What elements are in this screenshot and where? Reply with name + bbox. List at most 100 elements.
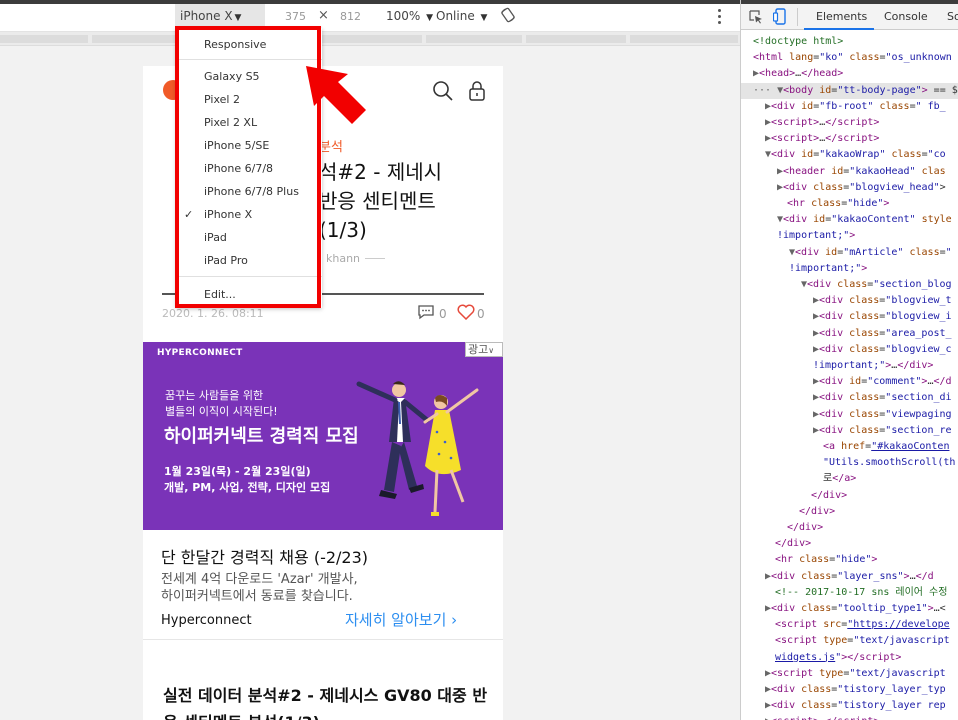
dom-node-selected[interactable]: ··· ▼<body id="tt-body-page"> == $0 bbox=[741, 82, 958, 99]
devtools-panel: Elements Console So <!doctype html><html… bbox=[740, 0, 958, 720]
zoom-select[interactable]: 100% ▼ bbox=[386, 9, 433, 23]
dom-node[interactable]: ▶<header id="kakaoHead" clas bbox=[777, 164, 946, 180]
dom-node[interactable]: ▶<script type="text/javascript bbox=[765, 666, 946, 682]
dom-node[interactable]: ▼<div id="kakaoContent" style bbox=[777, 212, 952, 228]
network-throttle-select[interactable]: Online ▼ bbox=[436, 9, 487, 23]
dom-node[interactable]: ▶<div id="comment">…</d bbox=[813, 374, 952, 390]
height-input[interactable]: 812 bbox=[340, 10, 361, 23]
tab-separator bbox=[797, 8, 798, 26]
caret-down-icon: ▼ bbox=[234, 13, 242, 23]
dom-node[interactable]: ▶<div class="blogview_c bbox=[813, 342, 952, 358]
network-label: Online bbox=[436, 9, 475, 23]
chevron-down-icon: ∨ bbox=[488, 346, 495, 355]
dom-node[interactable]: ▶<div class="blogview_head"> bbox=[777, 180, 946, 196]
dom-node[interactable]: </div> bbox=[811, 488, 847, 504]
post-body-title: 실전 데이터 분석#2 - 제네시스 GV80 대중 반응 센티멘트 분석(1/… bbox=[163, 686, 488, 720]
dom-node[interactable]: <html lang="ko" class="os_unknown bbox=[753, 50, 952, 66]
ruler-segment bbox=[0, 35, 88, 43]
dom-node[interactable]: !important;">…</div> bbox=[813, 358, 933, 374]
dom-node[interactable]: <hr class="hide"> bbox=[775, 552, 877, 568]
dom-node[interactable]: </div> bbox=[775, 536, 811, 552]
post-title: 석#2 - 제네시 반응 센티멘트 (1/3) bbox=[319, 158, 499, 245]
ad-headline: 하이퍼커넥트 경력직 모집 bbox=[164, 426, 359, 447]
device-toolbar: iPhone X ▼ 375 × 812 100% ▼ Online ▼ bbox=[0, 0, 740, 32]
dom-node[interactable]: ▶<div class="layer_sns">…</d bbox=[765, 569, 934, 585]
zoom-label: 100% bbox=[386, 9, 421, 23]
dom-node[interactable]: widgets.js"></script> bbox=[775, 650, 901, 666]
ad-banner[interactable]: HYPERCONNECT 광고∨ 꿈꾸는 사람들을 위한 별들의 이직이 시작된… bbox=[143, 342, 503, 530]
inspect-element-icon[interactable] bbox=[749, 10, 763, 24]
dom-node[interactable]: ▼<div class="section_blog bbox=[801, 277, 952, 293]
ruler-segment bbox=[426, 35, 522, 43]
tab-sources[interactable]: So bbox=[947, 10, 958, 23]
ad-date-range: 1월 23일(목) - 2월 23일(일) bbox=[164, 465, 311, 478]
author-divider bbox=[365, 258, 385, 259]
comment-icon[interactable] bbox=[417, 304, 435, 320]
ruler-segment bbox=[630, 35, 738, 43]
caret-down-icon: ▼ bbox=[426, 13, 434, 23]
dom-node[interactable]: <a href="#kakaoConten bbox=[823, 439, 949, 455]
dom-node[interactable]: <hr class="hide"> bbox=[787, 196, 889, 212]
ad-caption-description: 하이퍼커넥트에서 동료를 찾습니다. bbox=[161, 589, 353, 604]
search-icon[interactable] bbox=[432, 80, 454, 102]
ad-learn-more-label: 자세히 알아보기 bbox=[345, 611, 447, 629]
dom-node[interactable]: ▶<head>…</head> bbox=[753, 66, 843, 82]
like-count: 0 bbox=[477, 307, 485, 321]
post-author[interactable]: khann bbox=[326, 252, 360, 265]
ruler-segment bbox=[526, 35, 626, 43]
dom-node[interactable]: ▶<script>…</script> bbox=[765, 131, 879, 147]
dom-node[interactable]: ▶<div class="viewpaging bbox=[813, 407, 952, 423]
ad-tagline-2: 별들의 이직이 시작된다! bbox=[165, 405, 278, 418]
heart-icon[interactable] bbox=[457, 304, 475, 320]
dom-node[interactable]: ▶<script>…</script> bbox=[765, 714, 879, 720]
dom-node[interactable]: <script type="text/javascript bbox=[775, 633, 950, 649]
tab-console[interactable]: Console bbox=[884, 10, 928, 23]
dom-node[interactable]: <script src="https://develope bbox=[775, 617, 950, 633]
rotate-icon[interactable] bbox=[500, 7, 516, 23]
ad-job-roles: 개발, PM, 사업, 전략, 디자인 모집 bbox=[164, 481, 331, 494]
more-options-icon[interactable] bbox=[716, 9, 724, 27]
dom-node[interactable]: ▶<script>…</script> bbox=[765, 115, 879, 131]
dom-node[interactable]: </div> bbox=[799, 504, 835, 520]
dom-node[interactable]: ▶<div class="tistory_layer_typ bbox=[765, 682, 946, 698]
media-query-ruler bbox=[0, 32, 740, 46]
ad-advertiser-name: Hyperconnect bbox=[161, 613, 252, 628]
post-category[interactable]: 분석 bbox=[319, 136, 343, 155]
window-top-bar bbox=[0, 0, 740, 4]
tab-elements[interactable]: Elements bbox=[816, 10, 867, 23]
dom-node[interactable]: ▶<div id="fb-root" class=" fb_ bbox=[765, 99, 946, 115]
dom-node[interactable]: <!doctype html> bbox=[753, 34, 843, 50]
dom-node[interactable]: ▶<div class="blogview_t bbox=[813, 293, 952, 309]
ad-caption-title[interactable]: 단 한달간 경력직 채용 (-2/23) bbox=[161, 544, 368, 568]
post-title-line: 석#2 - 제네시 bbox=[319, 160, 443, 184]
dom-node[interactable]: ▶<div class="section_di bbox=[813, 390, 952, 406]
devtools-tab-bar: Elements Console So bbox=[741, 4, 958, 30]
comment-count: 0 bbox=[439, 307, 447, 321]
dom-node[interactable]: ▶<div class="area_post_ bbox=[813, 326, 952, 342]
dom-tree: <!doctype html> <html lang="ko" class="os… bbox=[741, 30, 958, 720]
width-input[interactable]: 375 bbox=[285, 10, 306, 23]
dom-node[interactable]: <!-- 2017-10-17 sns 레이어 수정 bbox=[775, 585, 947, 601]
dom-node[interactable]: !important;"> bbox=[777, 228, 855, 244]
ad-tag[interactable]: 광고∨ bbox=[465, 342, 503, 357]
dom-node[interactable]: "Utils.smoothScroll(th bbox=[823, 455, 955, 471]
dom-node[interactable]: ▼<div id="kakaoWrap" class="co bbox=[765, 147, 946, 163]
ad-tagline-1: 꿈꾸는 사람들을 위한 bbox=[165, 389, 264, 402]
dom-node[interactable]: </div> bbox=[787, 520, 823, 536]
dom-node[interactable]: !important;"> bbox=[789, 261, 867, 277]
dom-node[interactable]: ▶<div class="section_re bbox=[813, 423, 952, 439]
ad-learn-more-link[interactable]: 자세히 알아보기 › bbox=[345, 609, 457, 630]
lock-icon[interactable] bbox=[467, 80, 487, 102]
dom-node[interactable]: ▶<div class="blogview_i bbox=[813, 309, 952, 325]
device-toolbar-toggle-icon[interactable] bbox=[773, 8, 787, 25]
ad-tag-label: 광고 bbox=[468, 343, 489, 356]
dom-node[interactable]: ▶<div class="tistory_layer rep bbox=[765, 698, 946, 714]
annotation-arrow-icon bbox=[306, 66, 366, 124]
caret-down-icon: ▼ bbox=[480, 13, 488, 23]
chevron-right-icon: › bbox=[451, 611, 458, 629]
dom-node[interactable]: 로</a> bbox=[823, 471, 856, 487]
dom-node[interactable]: ▶<div class="tooltip_type1">…< bbox=[765, 601, 946, 617]
ruler-segment bbox=[92, 35, 182, 43]
dom-node[interactable]: ▼<div id="mArticle" class=" bbox=[789, 245, 952, 261]
device-select[interactable]: iPhone X ▼ bbox=[180, 9, 241, 23]
